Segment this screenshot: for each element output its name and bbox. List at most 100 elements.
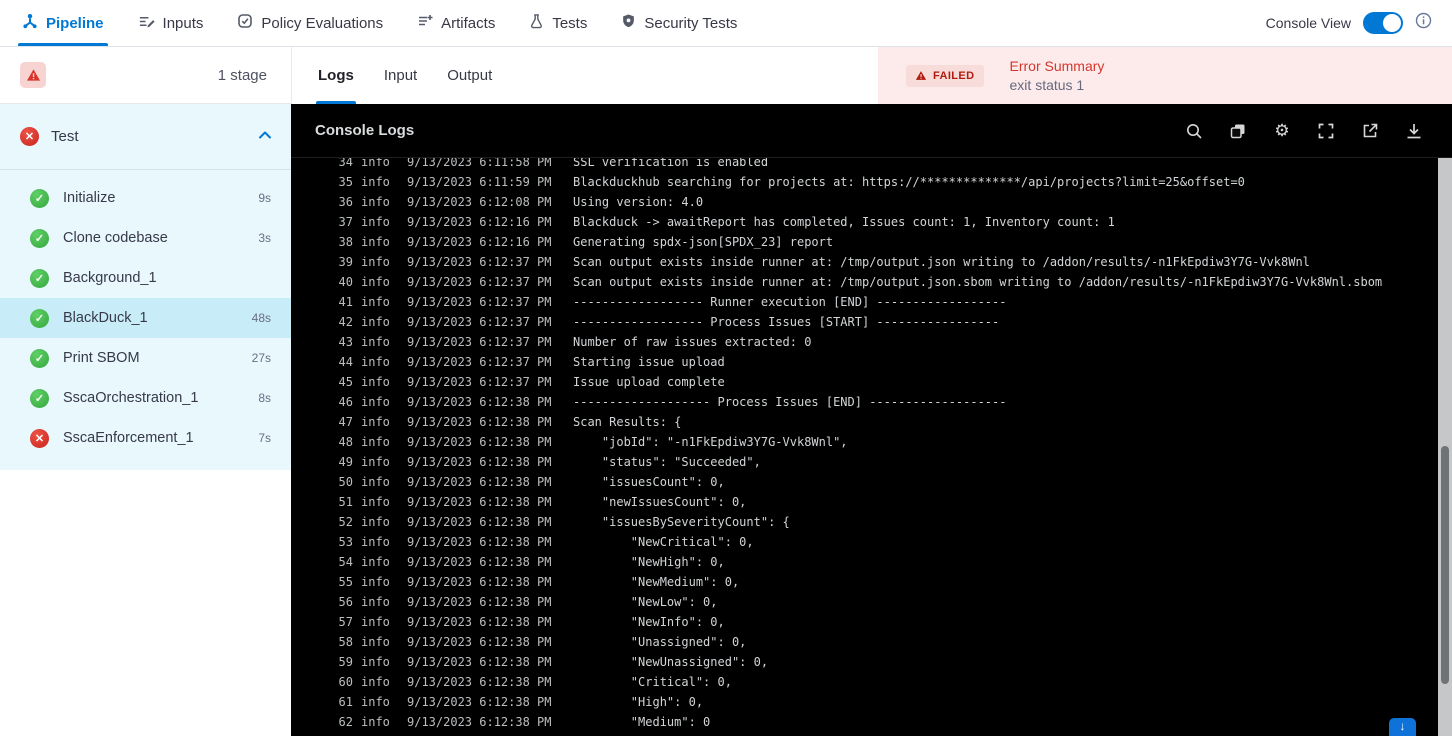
log-level: info (361, 635, 390, 649)
console-view-toggle[interactable] (1363, 12, 1403, 34)
log-level: info (361, 455, 390, 469)
info-icon[interactable] (1415, 12, 1432, 34)
log-line: 56 info 9/13/2023 6:12:38 PM "NewLow": 0… (291, 592, 1452, 612)
log-level: info (361, 675, 390, 689)
step-row[interactable]: BlackDuck_1 48s (0, 298, 291, 338)
pipeline-icon (22, 13, 38, 33)
console-view-label: Console View (1265, 15, 1351, 31)
settings-icon[interactable]: ⚙ (1272, 121, 1292, 141)
step-row[interactable]: Initialize 9s (0, 178, 291, 218)
log-line: 45 info 9/13/2023 6:12:37 PM Issue uploa… (291, 372, 1452, 392)
stage-count: 1 stage (217, 66, 267, 84)
log-line-number: 48 (338, 435, 353, 449)
tab-inputs[interactable]: Inputs (138, 0, 203, 46)
step-row[interactable]: Background_1 (0, 258, 291, 298)
tab-logs[interactable]: Logs (316, 47, 356, 104)
copy-icon[interactable] (1228, 121, 1248, 141)
step-name: Clone codebase (63, 230, 168, 246)
log-line: 58 info 9/13/2023 6:12:38 PM "Unassigned… (291, 632, 1452, 652)
step-duration: 9s (258, 191, 271, 205)
console-title: Console Logs (315, 122, 415, 139)
tab-label: Policy Evaluations (261, 14, 384, 32)
error-summary-message: exit status 1 (1009, 77, 1085, 93)
log-line: 50 info 9/13/2023 6:12:38 PM "issuesCoun… (291, 472, 1452, 492)
scrollbar-track[interactable] (1438, 158, 1452, 736)
log-message: Generating spdx-json[SPDX_23] report (573, 235, 834, 249)
inputs-icon (138, 14, 155, 33)
log-level: info (361, 175, 390, 189)
scroll-to-bottom-button[interactable]: ↓ (1389, 718, 1416, 736)
step-row[interactable]: SscaOrchestration_1 8s (0, 378, 291, 418)
step-duration: 48s (251, 311, 271, 325)
step-name: BlackDuck_1 (63, 310, 148, 326)
log-line: 44 info 9/13/2023 6:12:37 PM Starting is… (291, 352, 1452, 372)
log-line-number: 53 (338, 535, 353, 549)
log-line: 41 info 9/13/2023 6:12:37 PM -----------… (291, 292, 1452, 312)
log-timestamp: 9/13/2023 6:12:38 PM (407, 635, 552, 649)
tab-policy-evaluations[interactable]: Policy Evaluations (237, 0, 383, 46)
log-message: Starting issue upload (573, 355, 725, 369)
log-timestamp: 9/13/2023 6:12:38 PM (407, 455, 552, 469)
log-level: info (361, 495, 390, 509)
download-icon[interactable] (1404, 121, 1424, 141)
log-line: 47 info 9/13/2023 6:12:38 PM Scan Result… (291, 412, 1452, 432)
fullscreen-icon[interactable] (1316, 121, 1336, 141)
step-status-icon (30, 348, 49, 368)
log-line: 34 info 9/13/2023 6:11:58 PM SSL verific… (291, 158, 1452, 172)
log-line-number: 57 (338, 615, 353, 629)
log-level: info (361, 715, 390, 729)
log-line: 39 info 9/13/2023 6:12:37 PM Scan output… (291, 252, 1452, 272)
log-scroll-area[interactable]: 34 info 9/13/2023 6:11:58 PM SSL verific… (291, 158, 1452, 736)
scrollbar-thumb[interactable] (1441, 446, 1449, 684)
log-message: Number of raw issues extracted: 0 (573, 335, 812, 349)
tab-label: Input (383, 67, 418, 84)
open-in-new-icon[interactable] (1360, 121, 1380, 141)
step-row[interactable]: Print SBOM 27s (0, 338, 291, 378)
top-navigation: Pipeline Inputs Policy Evaluations Artif… (0, 0, 1452, 47)
log-line-number: 52 (338, 515, 353, 529)
failed-badge-label: FAILED (933, 69, 975, 82)
log-level: info (361, 355, 390, 369)
log-level: info (361, 195, 390, 209)
stage-header-test[interactable]: Test (0, 104, 291, 170)
log-line-number: 41 (338, 295, 353, 309)
log-level: info (361, 695, 390, 709)
tab-output[interactable]: Output (447, 47, 492, 104)
tab-tests[interactable]: Tests (529, 0, 587, 46)
stage-panel: Test Initialize 9s Clone codebase 3s (0, 104, 291, 470)
tab-pipeline[interactable]: Pipeline (18, 0, 108, 46)
failed-stage-badge (20, 62, 46, 88)
step-duration: 27s (251, 351, 271, 365)
step-row[interactable]: SscaEnforcement_1 7s (0, 418, 291, 458)
log-line-number: 58 (338, 635, 353, 649)
tab-artifacts[interactable]: Artifacts (417, 0, 495, 46)
chevron-up-icon[interactable] (257, 128, 273, 146)
step-status-icon (30, 388, 49, 408)
log-timestamp: 9/13/2023 6:12:38 PM (407, 715, 552, 729)
log-timestamp: 9/13/2023 6:12:37 PM (407, 295, 552, 309)
tab-input[interactable]: Input (384, 47, 417, 104)
tab-security-tests[interactable]: Security Tests (621, 0, 737, 46)
log-message: "issuesBySeverityCount": { (573, 515, 790, 529)
error-summary: FAILED Error Summary exit status 1 (878, 47, 1452, 104)
log-message: ------------------ Runner execution [END… (573, 295, 1007, 309)
log-message: "NewUnassigned": 0, (573, 655, 769, 669)
log-line-number: 42 (338, 315, 353, 329)
log-message: ------------------ Process Issues [START… (573, 315, 1000, 329)
log-timestamp: 9/13/2023 6:12:38 PM (407, 555, 552, 569)
log-line-number: 50 (338, 475, 353, 489)
log-timestamp: 9/13/2023 6:12:38 PM (407, 675, 552, 689)
search-icon[interactable] (1184, 121, 1204, 141)
step-name: Initialize (63, 190, 116, 206)
log-timestamp: 9/13/2023 6:12:38 PM (407, 615, 552, 629)
step-name: SscaEnforcement_1 (63, 430, 194, 446)
step-row[interactable]: Clone codebase 3s (0, 218, 291, 258)
log-list: 34 info 9/13/2023 6:11:58 PM SSL verific… (291, 158, 1452, 732)
log-line: 42 info 9/13/2023 6:12:37 PM -----------… (291, 312, 1452, 332)
log-message: "Medium": 0 (573, 715, 711, 729)
stage-name: Test (51, 128, 79, 145)
log-timestamp: 9/13/2023 6:12:37 PM (407, 375, 552, 389)
log-level: info (361, 215, 390, 229)
step-name: Background_1 (63, 270, 157, 286)
log-line-number: 44 (338, 355, 353, 369)
